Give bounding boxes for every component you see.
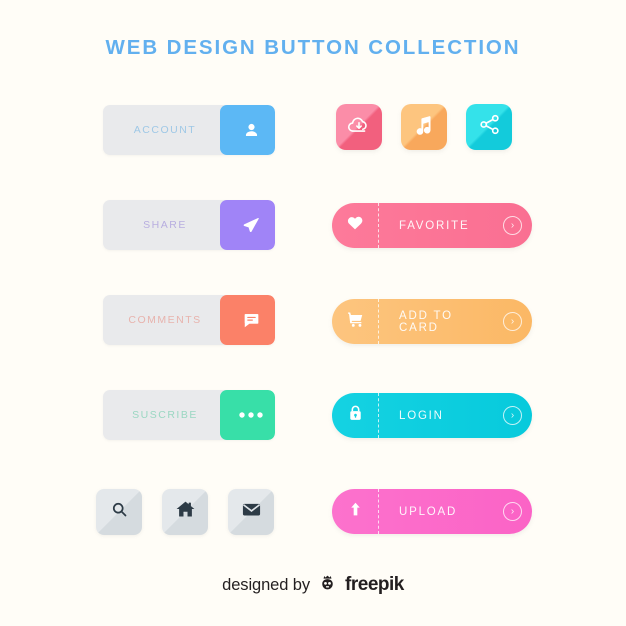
designed-by-label: designed by: [222, 575, 311, 594]
login-icon-slot: [332, 404, 378, 428]
freepik-robot-icon: [317, 572, 338, 598]
comments-button[interactable]: COMMENTS: [103, 295, 275, 345]
add-to-card-icon-slot: [332, 310, 378, 334]
heart-icon: [346, 214, 364, 237]
add-to-card-button[interactable]: ADD TO CARD ›: [332, 299, 532, 344]
share-nodes-tile[interactable]: [466, 104, 512, 150]
share-label: SHARE: [143, 219, 187, 231]
send-icon: [241, 215, 261, 235]
share-nodes-icon: [477, 112, 502, 142]
share-button[interactable]: SHARE: [103, 200, 275, 250]
account-label-zone: ACCOUNT: [103, 105, 227, 155]
account-label: ACCOUNT: [133, 124, 197, 136]
login-button[interactable]: LOGIN ›: [332, 393, 532, 438]
footer-credit: designed by freepik: [0, 572, 626, 598]
music-note-tile[interactable]: [401, 104, 447, 150]
home-icon: [175, 499, 196, 525]
suscribe-button[interactable]: SUSCRIBE: [103, 390, 275, 440]
upload-arrow-icon: [347, 500, 364, 524]
ellipsis-icon: [238, 411, 264, 419]
search-tile-button[interactable]: [96, 489, 142, 535]
comments-label-zone: COMMENTS: [103, 295, 227, 345]
comments-label: COMMENTS: [128, 314, 202, 326]
suscribe-label: SUSCRIBE: [132, 409, 198, 421]
lock-icon: [347, 404, 364, 428]
freepik-brand-label: freepik: [345, 574, 404, 595]
page-title: WEB DESIGN BUTTON COLLECTION: [105, 36, 521, 59]
home-tile-button[interactable]: [162, 489, 208, 535]
cloud-download-icon: [346, 112, 372, 143]
upload-icon-slot: [332, 500, 378, 524]
add-to-card-label: ADD TO CARD: [399, 309, 453, 334]
suscribe-label-zone: SUSCRIBE: [103, 390, 227, 440]
comments-icon-zone[interactable]: [220, 295, 275, 345]
chevron-right-icon: ›: [502, 406, 522, 425]
share-label-zone: SHARE: [103, 200, 227, 250]
mail-tile-button[interactable]: [228, 489, 274, 535]
upload-button[interactable]: UPLOAD ›: [332, 489, 532, 534]
search-icon: [110, 500, 129, 524]
favorite-button[interactable]: FAVORITE ›: [332, 203, 532, 248]
account-button[interactable]: ACCOUNT: [103, 105, 275, 155]
user-icon: [242, 121, 261, 140]
cloud-download-tile[interactable]: [336, 104, 382, 150]
login-label: LOGIN: [399, 409, 444, 422]
chevron-right-icon: ›: [502, 312, 522, 331]
shopping-cart-icon: [346, 310, 365, 334]
favorite-label: FAVORITE: [399, 219, 470, 232]
upload-arrow-slot[interactable]: ›: [492, 502, 532, 521]
mail-icon: [241, 499, 262, 525]
music-note-icon: [412, 113, 436, 142]
login-arrow-slot[interactable]: ›: [492, 406, 532, 425]
suscribe-icon-zone[interactable]: [220, 390, 275, 440]
share-icon-zone[interactable]: [220, 200, 275, 250]
button-collection-canvas: WEB DESIGN BUTTON COLLECTION ACCOUNT SHA…: [0, 0, 626, 626]
chevron-right-icon: ›: [502, 502, 522, 521]
comment-icon: [242, 311, 261, 330]
account-icon-zone[interactable]: [220, 105, 275, 155]
chevron-right-icon: ›: [502, 216, 522, 235]
favorite-icon-slot: [332, 214, 378, 237]
add-to-card-arrow-slot[interactable]: ›: [492, 312, 532, 331]
upload-label: UPLOAD: [399, 505, 458, 518]
favorite-arrow-slot[interactable]: ›: [492, 216, 532, 235]
